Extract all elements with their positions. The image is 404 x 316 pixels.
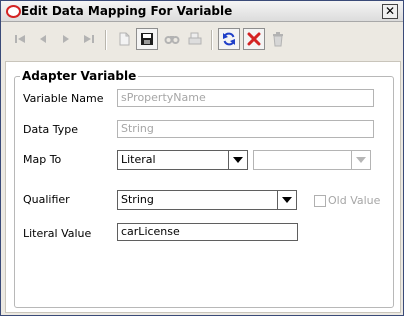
chevron-down-icon[interactable] (228, 151, 247, 169)
last-record-icon (84, 35, 94, 43)
group-title: Adapter Variable (20, 69, 139, 83)
print-button[interactable] (184, 28, 206, 50)
data-type-label: Data Type (23, 123, 79, 136)
trash-button[interactable] (267, 28, 289, 50)
print-icon (188, 32, 202, 45)
trash-icon (273, 32, 283, 47)
data-type-field[interactable]: String (117, 120, 374, 138)
map-to-select[interactable]: Literal (117, 150, 248, 170)
qualifier-label: Qualifier (23, 193, 70, 206)
new-document-button[interactable] (113, 28, 135, 50)
old-value-checkbox[interactable] (314, 195, 326, 207)
map-to-secondary-select[interactable] (253, 150, 371, 170)
first-record-icon (15, 35, 25, 43)
title-bar[interactable]: Edit Data Mapping For Variable ✕ (1, 1, 403, 22)
first-record-button[interactable] (9, 28, 31, 50)
window-title: Edit Data Mapping For Variable (21, 4, 233, 18)
variable-name-field[interactable]: sPropertyName (117, 89, 374, 107)
toolbar-separator (211, 30, 213, 50)
save-icon (141, 33, 153, 45)
delete-button[interactable] (243, 28, 265, 50)
previous-record-button[interactable] (32, 28, 54, 50)
previous-record-icon (40, 35, 46, 43)
find-button[interactable] (161, 28, 183, 50)
old-value-label: Old Value (328, 194, 381, 207)
qualifier-select[interactable]: String (117, 190, 297, 210)
variable-name-label: Variable Name (23, 92, 104, 105)
chevron-down-icon[interactable] (351, 151, 370, 169)
new-document-icon (119, 32, 130, 46)
qualifier-value: String (121, 193, 154, 206)
oracle-logo-icon (6, 5, 21, 18)
map-to-value: Literal (121, 153, 156, 166)
close-button[interactable]: ✕ (382, 4, 398, 19)
chevron-down-icon[interactable] (277, 191, 296, 209)
literal-value-field[interactable]: carLicense (117, 223, 298, 241)
edit-data-mapping-dialog: Edit Data Mapping For Variable ✕ Adapter… (0, 0, 404, 316)
next-record-button[interactable] (55, 28, 77, 50)
refresh-button[interactable] (218, 28, 240, 50)
next-record-icon (63, 35, 69, 43)
last-record-button[interactable] (78, 28, 100, 50)
toolbar-separator (105, 30, 107, 50)
delete-x-icon (247, 32, 261, 46)
find-icon (164, 36, 180, 44)
adapter-variable-panel: Adapter Variable Variable Name sProperty… (5, 61, 401, 313)
save-button[interactable] (136, 28, 158, 50)
refresh-icon (223, 32, 235, 46)
toolbar (5, 25, 399, 55)
map-to-label: Map To (23, 153, 62, 166)
literal-value-label: Literal Value (23, 227, 92, 240)
